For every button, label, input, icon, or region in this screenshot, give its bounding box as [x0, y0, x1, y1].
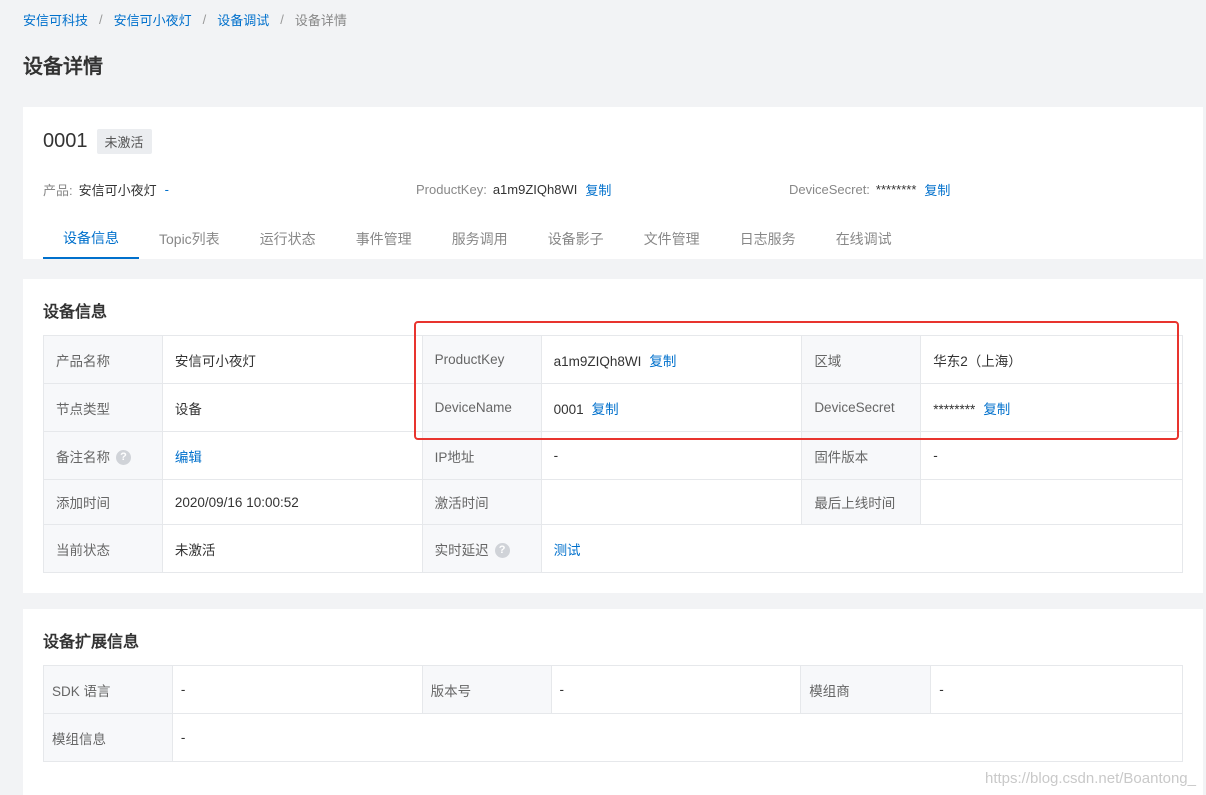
device-name: 0001: [43, 130, 88, 152]
cell-value: -: [171, 713, 1184, 762]
tab-topic-list[interactable]: Topic列表: [139, 219, 240, 259]
test-latency-button[interactable]: 测试: [554, 543, 581, 558]
cell-key: 备注名称?: [43, 431, 163, 480]
meta-productkey: ProductKey: a1m9ZIQh8WI 复制: [416, 180, 611, 198]
productkey-value: a1m9ZIQh8WI: [553, 353, 642, 369]
status-badge: 未激活: [96, 129, 152, 154]
cell-key: 产品名称: [43, 335, 163, 384]
tab-running-status[interactable]: 运行状态: [240, 219, 336, 259]
meta-productkey-label: ProductKey:: [416, 181, 487, 197]
devicesecret-value: ********: [933, 401, 976, 417]
breadcrumb-separator: /: [280, 11, 284, 27]
cell-key: 区域: [801, 335, 922, 384]
cell-value: -: [171, 665, 423, 714]
cell-value: 安信可小夜灯: [161, 335, 423, 384]
help-icon[interactable]: ?: [494, 543, 510, 559]
cell-value: [540, 479, 803, 525]
device-info-title: 设备信息: [43, 304, 108, 321]
cell-key: 固件版本: [801, 431, 922, 480]
meta-product-value: 安信可小夜灯: [78, 182, 157, 198]
table-row: 产品名称 安信可小夜灯 ProductKey a1m9ZIQh8WI 复制 区域 …: [43, 335, 1183, 384]
breadcrumb-item-current: 设备详情: [294, 12, 347, 28]
meta-product: 产品: 安信可小夜灯 -: [43, 180, 169, 198]
cell-key: 节点类型: [43, 383, 163, 432]
copy-productkey-button[interactable]: 复制: [649, 354, 676, 369]
tab-bar: 设备信息 Topic列表 运行状态 事件管理 服务调用 设备影子 文件管理 日志…: [43, 219, 912, 259]
meta-devicesecret-value: ********: [875, 181, 917, 197]
cell-key: 模组信息: [43, 713, 173, 762]
cell-value: [920, 479, 1183, 525]
breadcrumb-item-company[interactable]: 安信可科技: [23, 10, 88, 29]
tab-device-info[interactable]: 设备信息: [43, 219, 139, 259]
cell-key: 实时延迟?: [421, 524, 542, 573]
cell-value: 未激活: [161, 524, 423, 573]
meta-productkey-value: a1m9ZIQh8WI: [492, 181, 578, 197]
cell-value: ******** 复制: [920, 383, 1183, 432]
cell-value: -: [920, 431, 1183, 480]
breadcrumb: 安信可科技 / 安信可小夜灯 / 设备调试 / 设备详情: [23, 9, 347, 29]
device-info-table: 产品名称 安信可小夜灯 ProductKey a1m9ZIQh8WI 复制 区域 …: [43, 335, 1184, 573]
cell-key: 添加时间: [43, 479, 163, 525]
cell-key: IP地址: [421, 431, 542, 480]
table-row: 模组信息 -: [43, 713, 1184, 762]
tab-file-management[interactable]: 文件管理: [624, 219, 720, 259]
cell-value: 2020/09/16 10:00:52: [161, 479, 423, 525]
copy-devicesecret-button[interactable]: 复制: [924, 180, 950, 199]
cell-key: ProductKey: [421, 335, 542, 384]
copy-devicesecret-button[interactable]: 复制: [983, 402, 1010, 417]
cell-key: 模组商: [800, 665, 932, 714]
cell-key: DeviceSecret: [801, 383, 922, 432]
meta-devicesecret: DeviceSecret: ******** 复制: [789, 180, 950, 198]
cell-value: 0001 复制: [540, 383, 803, 432]
breadcrumb-item-product[interactable]: 安信可小夜灯: [114, 10, 192, 29]
table-row: 当前状态 未激活 实时延迟? 测试: [43, 524, 1184, 573]
tab-online-debug[interactable]: 在线调试: [816, 219, 912, 259]
ext-info-title: 设备扩展信息: [43, 634, 140, 651]
cell-value: a1m9ZIQh8WI 复制: [540, 335, 803, 384]
cell-value: 编辑: [161, 431, 423, 480]
meta-devicesecret-label: DeviceSecret:: [789, 181, 870, 197]
table-row: 节点类型 设备 DeviceName 0001 复制 DeviceSecret *…: [43, 383, 1183, 432]
breadcrumb-separator: /: [202, 11, 207, 27]
cell-key: DeviceName: [421, 383, 542, 432]
device-ext-card: 设备扩展信息 SDK 语言 - 版本号 - 模组商 - 模组信息 -: [23, 609, 1203, 795]
copy-devicename-button[interactable]: 复制: [592, 402, 619, 417]
table-row: 添加时间 2020/09/16 10:00:52 激活时间 最后上线时间: [43, 479, 1183, 525]
cell-key: 当前状态: [43, 524, 163, 573]
meta-product-label: 产品:: [43, 182, 73, 198]
breadcrumb-separator: /: [99, 11, 103, 27]
ext-info-table: SDK 语言 - 版本号 - 模组商 - 模组信息 -: [43, 665, 1184, 762]
copy-productkey-button[interactable]: 复制: [585, 180, 611, 199]
cell-value: 测试: [540, 524, 1184, 573]
cell-key: SDK 语言: [43, 665, 173, 714]
edit-remark-button[interactable]: 编辑: [175, 450, 202, 465]
cell-value: -: [550, 665, 802, 714]
table-row: 备注名称? 编辑 IP地址 - 固件版本 -: [43, 431, 1183, 480]
meta-product-link[interactable]: -: [165, 182, 169, 197]
tab-event-management[interactable]: 事件管理: [336, 219, 432, 259]
tab-service-call[interactable]: 服务调用: [432, 219, 528, 259]
latency-label: 实时延迟: [434, 542, 489, 558]
watermark: https://blog.csdn.net/Boantong_: [985, 770, 1196, 787]
table-row: SDK 语言 - 版本号 - 模组商 -: [43, 665, 1183, 714]
cell-key: 最后上线时间: [801, 479, 922, 525]
breadcrumb-item-debug[interactable]: 设备调试: [217, 10, 269, 29]
devicename-value: 0001: [553, 401, 584, 417]
cell-value: 设备: [161, 383, 423, 432]
cell-value: -: [930, 665, 1183, 714]
tab-device-shadow[interactable]: 设备影子: [528, 219, 624, 259]
page-title: 设备详情: [23, 56, 103, 78]
device-header-card: 0001 未激活 产品: 安信可小夜灯 - ProductKey: a1m9ZI…: [23, 107, 1203, 259]
cell-key: 版本号: [421, 665, 552, 714]
device-info-card: 设备信息 产品名称 安信可小夜灯 ProductKey a1m9ZIQh8WI 复…: [23, 279, 1203, 593]
cell-value: 华东2（上海）: [920, 335, 1183, 384]
remark-name-label: 备注名称: [56, 449, 110, 465]
tab-log-service[interactable]: 日志服务: [720, 219, 816, 259]
help-icon[interactable]: ?: [116, 450, 131, 466]
cell-value: -: [540, 431, 803, 480]
cell-key: 激活时间: [421, 479, 542, 525]
